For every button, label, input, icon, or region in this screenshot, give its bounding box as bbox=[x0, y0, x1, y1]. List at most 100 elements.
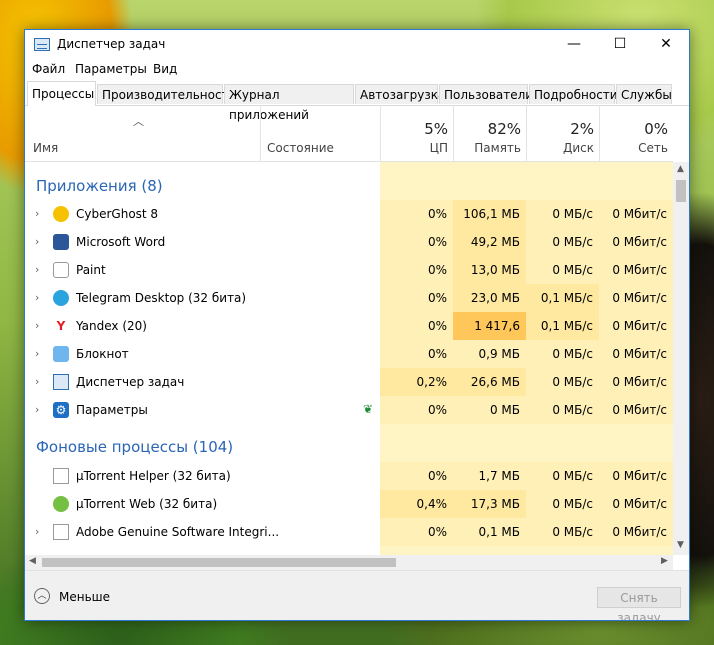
horizontal-scroll-thumb[interactable] bbox=[42, 558, 396, 567]
vertical-scroll-thumb[interactable] bbox=[676, 180, 686, 202]
column-state-label: Состояние bbox=[267, 141, 334, 155]
tab-startup[interactable]: Автозагрузка bbox=[355, 84, 445, 104]
vertical-scrollbar[interactable]: ▲ ▼ bbox=[673, 162, 689, 555]
column-name[interactable]: ︿ Имя bbox=[25, 105, 260, 161]
menu-file[interactable]: Файл bbox=[32, 62, 65, 76]
cpu-cell: 0% bbox=[380, 396, 453, 424]
column-network[interactable]: 0% Сеть bbox=[599, 105, 674, 161]
table-row[interactable]: › Диспетчер задач 0,2% 26,6 МБ 0 МБ/с 0 … bbox=[25, 368, 673, 396]
cpu-total: 5% bbox=[424, 120, 448, 138]
network-cell: 0 Мбит/с bbox=[599, 200, 673, 228]
column-name-label: Имя bbox=[33, 141, 59, 155]
utorrent-web-icon bbox=[53, 496, 69, 512]
cyberghost-icon bbox=[53, 206, 69, 222]
leaf-suspended-icon: ❦ bbox=[363, 402, 374, 416]
telegram-icon bbox=[53, 290, 69, 306]
scroll-right-icon[interactable]: ▶ bbox=[661, 556, 668, 566]
fewer-details-button[interactable]: Меньше bbox=[59, 590, 110, 604]
tab-processes[interactable]: Процессы bbox=[27, 81, 96, 106]
network-cell: 0 Мбит/с bbox=[599, 518, 673, 546]
process-list: Приложения (8) › CyberGhost 8 0% 106,1 М… bbox=[25, 162, 673, 555]
tab-details[interactable]: Подробности bbox=[529, 84, 618, 104]
table-row[interactable]: › Telegram Desktop (32 бита) 0% 23,0 МБ … bbox=[25, 284, 673, 312]
process-name: Telegram Desktop (32 бита) bbox=[76, 291, 247, 305]
table-row[interactable]: › Paint 0% 13,0 МБ 0 МБ/с 0 Мбит/с bbox=[25, 256, 673, 284]
column-memory[interactable]: 82% Память bbox=[453, 105, 527, 161]
disk-cell: 0 МБ/с bbox=[526, 518, 599, 546]
process-name: Paint bbox=[76, 263, 106, 277]
process-name: Параметры bbox=[76, 403, 148, 417]
cpu-cell: 0,4% bbox=[380, 490, 453, 518]
disk-cell: 0 МБ/с bbox=[526, 462, 599, 490]
column-cpu[interactable]: 5% ЦП bbox=[380, 105, 454, 161]
settings-gear-icon: ⚙ bbox=[53, 402, 69, 418]
minimize-button[interactable]: — bbox=[551, 30, 597, 59]
tab-strip: Процессы Производительность Журнал прило… bbox=[25, 81, 689, 122]
process-name: Yandex (20) bbox=[76, 319, 147, 333]
table-row[interactable]: › Microsoft Word 0% 49,2 МБ 0 МБ/с 0 Мби… bbox=[25, 228, 673, 256]
cpu-cell: 0% bbox=[380, 462, 453, 490]
table-row[interactable]: › Adobe Genuine Software Integri... 0% 0… bbox=[25, 518, 673, 546]
table-row[interactable]: › Блокнот 0% 0,9 МБ 0 МБ/с 0 Мбит/с bbox=[25, 340, 673, 368]
table-row[interactable]: µTorrent Web (32 бита) 0,4% 17,3 МБ 0 МБ… bbox=[25, 490, 673, 518]
network-label: Сеть bbox=[638, 141, 668, 155]
memory-cell: 0,1 МБ bbox=[453, 518, 526, 546]
disk-cell: 0 МБ/с bbox=[526, 368, 599, 396]
title-bar[interactable]: Диспетчер задач — ☐ ✕ bbox=[25, 30, 689, 59]
process-name: Microsoft Word bbox=[76, 235, 166, 249]
cpu-cell: 0% bbox=[380, 256, 453, 284]
chevron-right-icon[interactable]: › bbox=[35, 207, 39, 220]
section-background: Фоновые процессы (104) bbox=[25, 433, 673, 461]
column-disk[interactable]: 2% Диск bbox=[526, 105, 600, 161]
tab-users[interactable]: Пользователи bbox=[439, 84, 533, 104]
chevron-right-icon[interactable]: › bbox=[35, 291, 39, 304]
end-task-button[interactable]: Снять задачу bbox=[597, 587, 681, 620]
chevron-right-icon[interactable]: › bbox=[35, 525, 39, 538]
network-cell: 0 Мбит/с bbox=[599, 312, 673, 340]
chevron-up-circle-icon[interactable]: ︿ bbox=[34, 588, 50, 604]
table-row[interactable]: › CyberGhost 8 0% 106,1 МБ 0 МБ/с 0 Мбит… bbox=[25, 200, 673, 228]
close-button[interactable]: ✕ bbox=[643, 30, 689, 59]
chevron-right-icon[interactable]: › bbox=[35, 319, 39, 332]
menu-options[interactable]: Параметры bbox=[75, 62, 147, 76]
maximize-button[interactable]: ☐ bbox=[597, 30, 643, 59]
cpu-cell: 0% bbox=[380, 200, 453, 228]
table-row[interactable]: › Y Yandex (20) 0% 1 417,6 МБ 0,1 МБ/с 0… bbox=[25, 312, 673, 361]
table-row[interactable]: › ⚙ Параметры ❦ 0% 0 МБ 0 МБ/с 0 Мбит/с bbox=[25, 396, 673, 424]
network-total: 0% bbox=[644, 120, 668, 138]
scroll-up-icon[interactable]: ▲ bbox=[677, 164, 684, 174]
chevron-right-icon[interactable]: › bbox=[35, 263, 39, 276]
scroll-down-icon[interactable]: ▼ bbox=[677, 540, 684, 550]
chevron-right-icon[interactable]: › bbox=[35, 375, 39, 388]
horizontal-scrollbar[interactable]: ◀ ▶ bbox=[25, 555, 673, 570]
process-name: µTorrent Helper (32 бита) bbox=[76, 469, 231, 483]
cpu-cell: 0% bbox=[380, 228, 453, 256]
disk-cell: 0 МБ/с bbox=[526, 340, 599, 368]
utorrent-helper-icon bbox=[53, 468, 69, 484]
chevron-right-icon[interactable]: › bbox=[35, 347, 39, 360]
scroll-left-icon[interactable]: ◀ bbox=[29, 556, 36, 566]
cpu-cell: 0% bbox=[380, 518, 453, 546]
network-cell: 0 Мбит/с bbox=[599, 462, 673, 490]
process-name: Диспетчер задач bbox=[76, 375, 185, 389]
network-cell: 0 Мбит/с bbox=[599, 256, 673, 284]
table-row[interactable]: µTorrent Helper (32 бита) 0% 1,7 МБ 0 МБ… bbox=[25, 462, 673, 490]
memory-label: Память bbox=[474, 141, 521, 155]
cpu-cell: 0% bbox=[380, 312, 453, 340]
column-header: ︿ Имя Состояние 5% ЦП 82% Память 2% Диск… bbox=[25, 105, 673, 162]
network-cell: 0 Мбит/с bbox=[599, 340, 673, 368]
process-name: Adobe Genuine Software Integri... bbox=[76, 525, 280, 539]
network-cell: 0 Мбит/с bbox=[599, 284, 673, 312]
column-state[interactable]: Состояние bbox=[260, 105, 380, 161]
memory-cell: 49,2 МБ bbox=[453, 228, 526, 256]
process-name: Блокнот bbox=[76, 347, 129, 361]
section-apps-title: Приложения (8) bbox=[36, 177, 163, 195]
network-cell: 0 Мбит/с bbox=[599, 490, 673, 518]
tab-services[interactable]: Службы bbox=[616, 84, 672, 104]
chevron-right-icon[interactable]: › bbox=[35, 235, 39, 248]
tab-app-history[interactable]: Журнал приложений bbox=[224, 84, 354, 122]
chevron-right-icon[interactable]: › bbox=[35, 403, 39, 416]
menu-view[interactable]: Вид bbox=[153, 62, 177, 76]
tab-performance[interactable]: Производительность bbox=[97, 84, 236, 104]
cpu-cell: 0,2% bbox=[380, 368, 453, 396]
